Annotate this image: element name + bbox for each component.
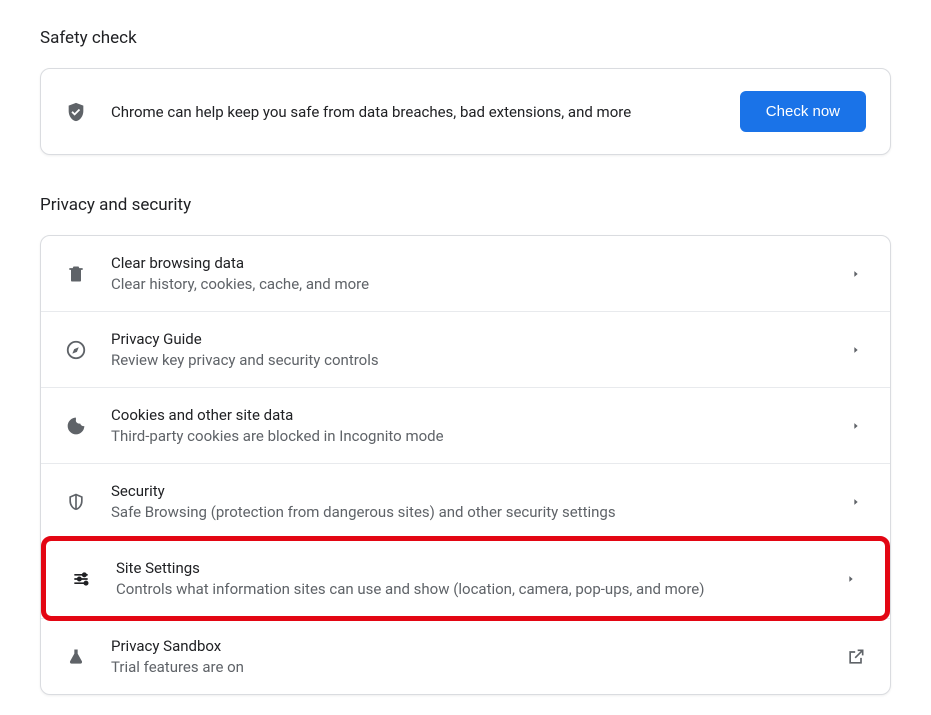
trash-icon [65, 263, 87, 285]
chevron-right-icon [846, 416, 866, 436]
sliders-icon [70, 568, 92, 590]
shield-icon [65, 491, 87, 513]
row-title: Privacy Sandbox [111, 637, 822, 655]
shield-check-icon [65, 101, 87, 123]
row-desc: Clear history, cookies, cache, and more [111, 275, 822, 293]
row-title: Security [111, 482, 822, 500]
row-text: Privacy Guide Review key privacy and sec… [111, 330, 822, 369]
row-text: Cookies and other site data Third-party … [111, 406, 822, 445]
row-desc: Safe Browsing (protection from dangerous… [111, 503, 822, 521]
privacy-guide-row[interactable]: Privacy Guide Review key privacy and sec… [41, 311, 890, 387]
row-desc: Review key privacy and security controls [111, 351, 822, 369]
row-desc: Controls what information sites can use … [116, 580, 817, 598]
chevron-right-icon [846, 340, 866, 360]
privacy-security-card: Clear browsing data Clear history, cooki… [40, 235, 891, 695]
row-text: Privacy Sandbox Trial features are on [111, 637, 822, 676]
external-link-icon [846, 647, 866, 667]
chevron-right-icon [846, 264, 866, 284]
row-title: Clear browsing data [111, 254, 822, 272]
row-title: Cookies and other site data [111, 406, 822, 424]
row-title: Privacy Guide [111, 330, 822, 348]
check-now-button[interactable]: Check now [740, 91, 866, 132]
row-desc: Trial features are on [111, 658, 822, 676]
site-settings-highlight: Site Settings Controls what information … [41, 536, 890, 621]
row-title: Site Settings [116, 559, 817, 577]
row-desc: Third-party cookies are blocked in Incog… [111, 427, 822, 445]
chevron-right-icon [846, 492, 866, 512]
safety-check-card: Chrome can help keep you safe from data … [40, 68, 891, 155]
clear-browsing-data-row[interactable]: Clear browsing data Clear history, cooki… [41, 236, 890, 311]
safety-check-row: Chrome can help keep you safe from data … [41, 69, 890, 154]
row-text: Clear browsing data Clear history, cooki… [111, 254, 822, 293]
compass-icon [65, 339, 87, 361]
cookies-row[interactable]: Cookies and other site data Third-party … [41, 387, 890, 463]
security-row[interactable]: Security Safe Browsing (protection from … [41, 463, 890, 539]
safety-check-text: Chrome can help keep you safe from data … [111, 103, 716, 121]
privacy-security-heading: Privacy and security [40, 195, 891, 215]
privacy-sandbox-row[interactable]: Privacy Sandbox Trial features are on [41, 618, 890, 694]
row-text: Site Settings Controls what information … [116, 559, 817, 598]
row-text: Security Safe Browsing (protection from … [111, 482, 822, 521]
cookie-icon [65, 415, 87, 437]
site-settings-row[interactable]: Site Settings Controls what information … [46, 541, 885, 616]
chevron-right-icon [841, 569, 861, 589]
flask-icon [65, 646, 87, 668]
safety-check-heading: Safety check [40, 28, 891, 48]
